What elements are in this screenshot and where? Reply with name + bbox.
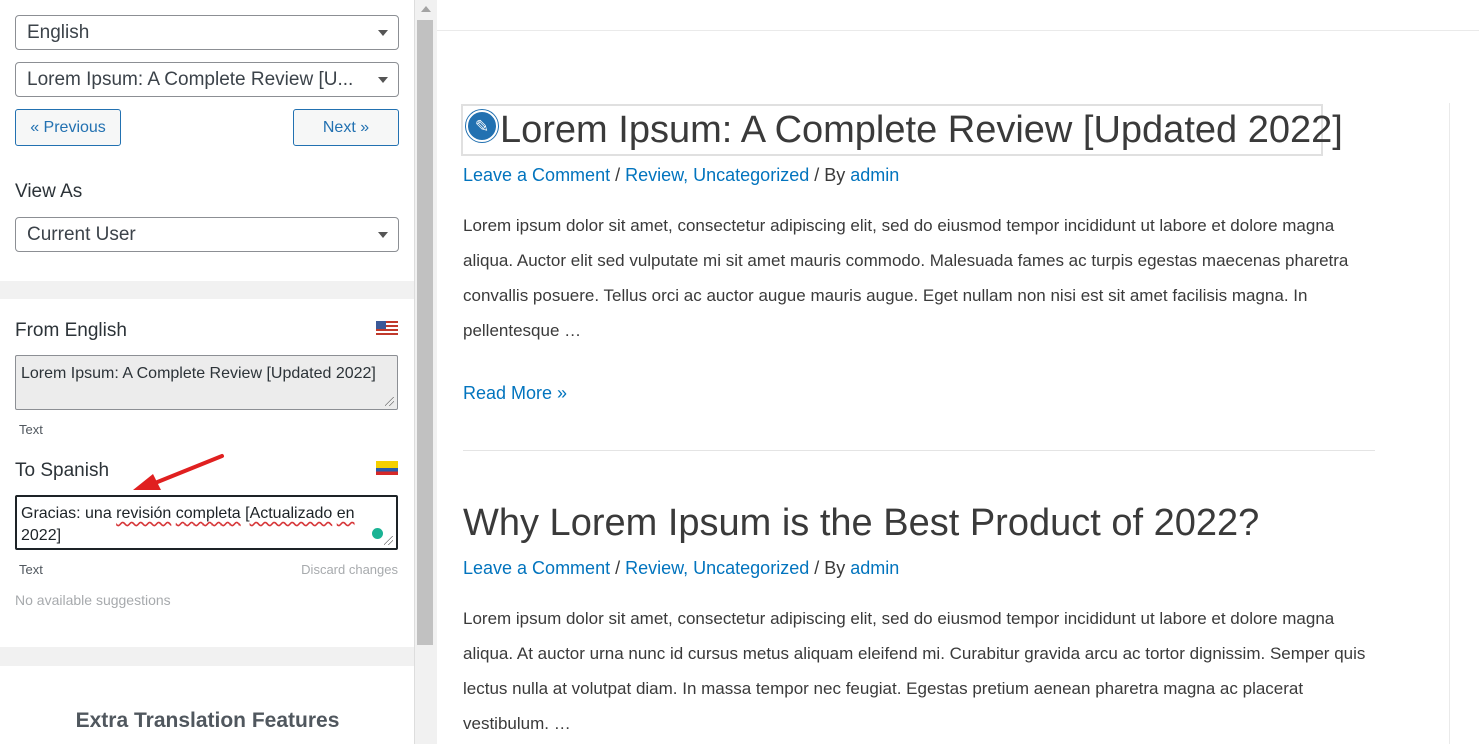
source-text-value: Lorem Ipsum: A Complete Review [Updated …: [21, 365, 376, 382]
extra-features-title: Extra Translation Features: [75, 709, 340, 732]
comment-link[interactable]: Leave a Comment: [463, 558, 610, 578]
colombia-flag-icon: [376, 461, 398, 475]
category-link[interactable]: Review: [625, 558, 683, 578]
chevron-down-icon: [378, 232, 388, 238]
header-divider: [437, 30, 1479, 31]
pencil-icon[interactable]: ✎: [466, 110, 498, 142]
view-as-label: View As: [15, 181, 83, 202]
comment-link[interactable]: Leave a Comment: [463, 165, 610, 185]
read-more-link[interactable]: Read More »: [463, 383, 1383, 404]
view-as-select[interactable]: Current User: [15, 217, 399, 252]
meta-separator: / By: [809, 165, 851, 185]
previous-button[interactable]: « Previous: [15, 109, 121, 146]
post-title[interactable]: Why Lorem Ipsum is the Best Product of 2…: [463, 502, 1383, 545]
spellcheck-word: en: [336, 505, 355, 522]
site-preview: ✎ Lorem Ipsum: A Complete Review [Update…: [437, 0, 1479, 744]
suggestions-text: No available suggestions: [15, 592, 171, 608]
resize-handle-icon[interactable]: [385, 397, 394, 406]
grammar-checker-icon[interactable]: [372, 528, 383, 539]
translation-type-label: Text: [19, 562, 43, 577]
category-link[interactable]: Review: [625, 165, 683, 185]
post-divider: [463, 450, 1375, 451]
meta-separator: /: [610, 558, 626, 578]
meta-separator: ,: [683, 165, 694, 185]
author-link[interactable]: admin: [850, 558, 899, 578]
post-meta: Leave a Comment / Review, Uncategorized …: [463, 165, 1383, 186]
translation-text-field[interactable]: Gracias: una revisión completa [Actualiz…: [15, 495, 398, 550]
meta-separator: / By: [809, 558, 851, 578]
scrollbar-thumb[interactable]: [417, 20, 433, 645]
category-link[interactable]: Uncategorized: [693, 165, 809, 185]
red-arrow-annotation: [133, 454, 224, 490]
post-title[interactable]: Lorem Ipsum: A Complete Review [Updated …: [500, 106, 1343, 154]
author-link[interactable]: admin: [850, 165, 899, 185]
us-flag-icon: [376, 321, 398, 335]
string-select[interactable]: Lorem Ipsum: A Complete Review [U...: [15, 62, 399, 97]
translation-sidebar: English Lorem Ipsum: A Complete Review […: [0, 0, 415, 744]
chevron-down-icon: [378, 30, 388, 36]
spellcheck-word: Actualizado: [249, 505, 333, 522]
navigation-panel: English Lorem Ipsum: A Complete Review […: [0, 0, 414, 281]
from-language-label: From English: [15, 320, 127, 341]
source-type-label: Text: [19, 422, 43, 437]
translation-text-segment: 2022]: [21, 527, 62, 544]
post-title-highlight[interactable]: ✎ Lorem Ipsum: A Complete Review [Update…: [461, 104, 1343, 156]
sidebar-scrollbar[interactable]: [415, 0, 437, 744]
source-text-field[interactable]: Lorem Ipsum: A Complete Review [Updated …: [15, 355, 398, 410]
spellcheck-word: completa: [175, 505, 241, 522]
next-button[interactable]: Next »: [293, 109, 399, 146]
spellcheck-word: revisión: [116, 505, 172, 522]
string-select-value: Lorem Ipsum: A Complete Review [U...: [27, 69, 354, 90]
meta-separator: ,: [683, 558, 694, 578]
post-excerpt: Lorem ipsum dolor sit amet, consectetur …: [463, 216, 1349, 340]
post-excerpt: Lorem ipsum dolor sit amet, consectetur …: [463, 609, 1366, 733]
chevron-down-icon: [378, 77, 388, 83]
category-link[interactable]: Uncategorized: [693, 558, 809, 578]
content-border: [1449, 103, 1450, 744]
view-as-select-value: Current User: [27, 224, 136, 245]
language-select-value: English: [27, 22, 90, 43]
post-meta: Leave a Comment / Review, Uncategorized …: [463, 558, 1383, 579]
translation-text-segment: [: [240, 505, 250, 522]
resize-handle-icon[interactable]: [384, 536, 393, 545]
language-select[interactable]: English: [15, 15, 399, 50]
to-language-label: To Spanish: [15, 460, 110, 481]
scroll-up-arrow-icon[interactable]: [421, 6, 431, 12]
translation-text-segment: Gracias: una: [21, 505, 117, 522]
discard-changes-link[interactable]: Discard changes: [301, 562, 398, 577]
meta-separator: /: [610, 165, 626, 185]
